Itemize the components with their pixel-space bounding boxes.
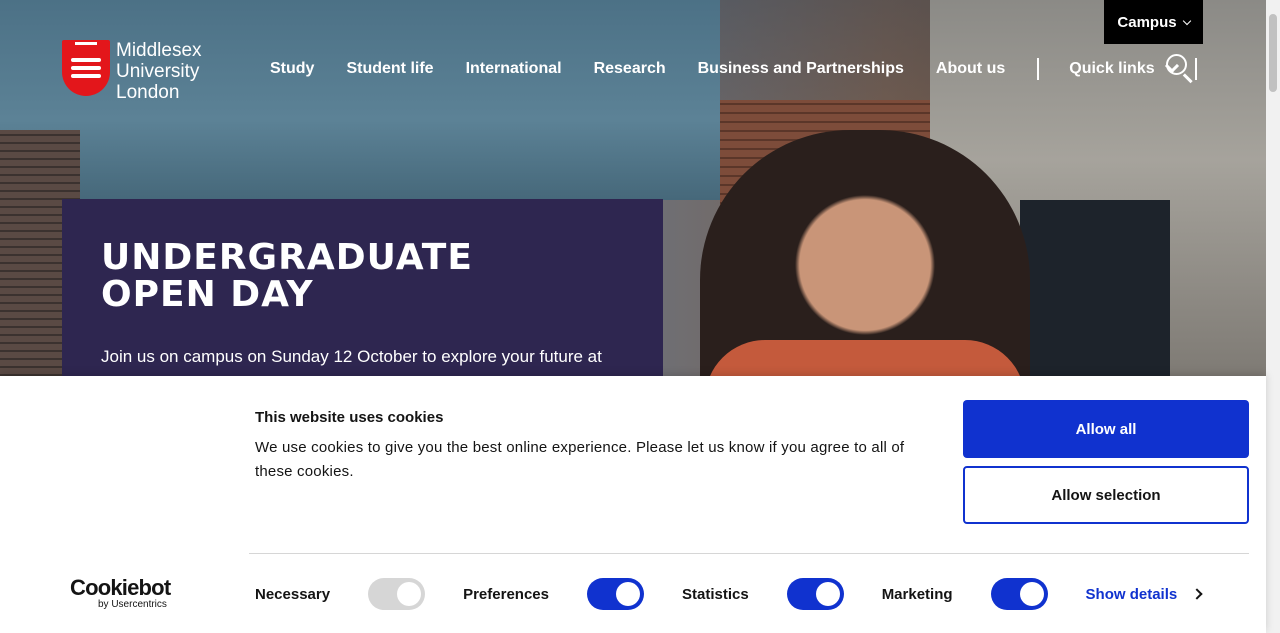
preferences-switch[interactable] [586,578,644,610]
cookie-consent-banner: This website uses cookies We use cookies… [0,376,1266,633]
toggle-label: Statistics [681,585,749,603]
nav-business-partnerships[interactable]: Business and Partnerships [698,60,904,78]
campus-dropdown-button[interactable]: Campus [1104,0,1203,44]
university-logo[interactable]: Middlesex University London [62,40,202,103]
toggle-preferences: Preferences [463,578,644,610]
cookiebot-brand: Cookiebot [70,575,171,600]
nav-research[interactable]: Research [594,60,666,78]
quick-links-button[interactable]: Quick links [1069,58,1179,78]
scrollbar-thumb[interactable] [1269,14,1277,92]
cookie-divider [249,553,1249,554]
show-details-link[interactable]: Show details [1085,585,1203,603]
nav-student-life[interactable]: Student life [346,60,433,78]
nav-study[interactable]: Study [270,60,314,78]
open-day-promo[interactable]: UNDERGRADUATE OPEN DAY Join us on campus… [62,199,663,399]
chevron-right-icon [1191,588,1203,600]
toggle-statistics: Statistics [682,578,844,610]
logo-shield-icon [62,40,110,96]
marketing-switch[interactable] [990,578,1048,610]
cookie-toggles: Necessary Preferences Statistics Marketi… [255,578,1203,610]
toggle-label: Preferences [463,585,549,603]
promo-text: Join us on campus on Sunday 12 October t… [101,347,602,366]
necessary-switch [368,578,426,610]
campus-label: Campus [1117,13,1177,31]
nav-about-us[interactable]: About us [936,60,1005,78]
logo-line: London [116,82,180,103]
logo-line: Middlesex [116,40,202,61]
page-scrollbar[interactable] [1266,0,1280,633]
hero-door [1020,200,1170,400]
statistics-switch[interactable] [786,578,844,610]
toggle-necessary: Necessary [255,578,426,610]
logo-line: University [116,61,200,82]
nav-divider [1194,58,1197,80]
search-icon[interactable] [1166,54,1194,83]
allow-all-button[interactable]: Allow all [963,400,1249,458]
cookiebot-logo[interactable]: Cookiebot by Usercentrics [70,575,171,611]
allow-selection-button[interactable]: Allow selection [963,466,1249,524]
logo-wordmark: Middlesex University London [116,40,202,103]
quick-links-label: Quick links [1069,60,1155,77]
toggle-marketing: Marketing [882,578,1048,610]
main-nav: Study Student life International Researc… [270,58,1227,80]
cookie-description: We use cookies to give you the best onli… [255,439,905,480]
nav-international[interactable]: International [466,60,562,78]
toggle-label: Necessary [255,585,331,603]
promo-title-line: UNDERGRADUATE [101,237,473,278]
cookie-title: This website uses cookies [255,409,444,426]
nav-divider [1037,58,1040,80]
chevron-down-icon [1182,16,1191,25]
toggle-label: Marketing [881,585,953,603]
promo-title: UNDERGRADUATE OPEN DAY [101,239,624,313]
show-details-label: Show details [1085,585,1178,603]
promo-title-line: OPEN DAY [101,274,314,315]
cookiebot-sub: by Usercentrics [98,599,167,610]
